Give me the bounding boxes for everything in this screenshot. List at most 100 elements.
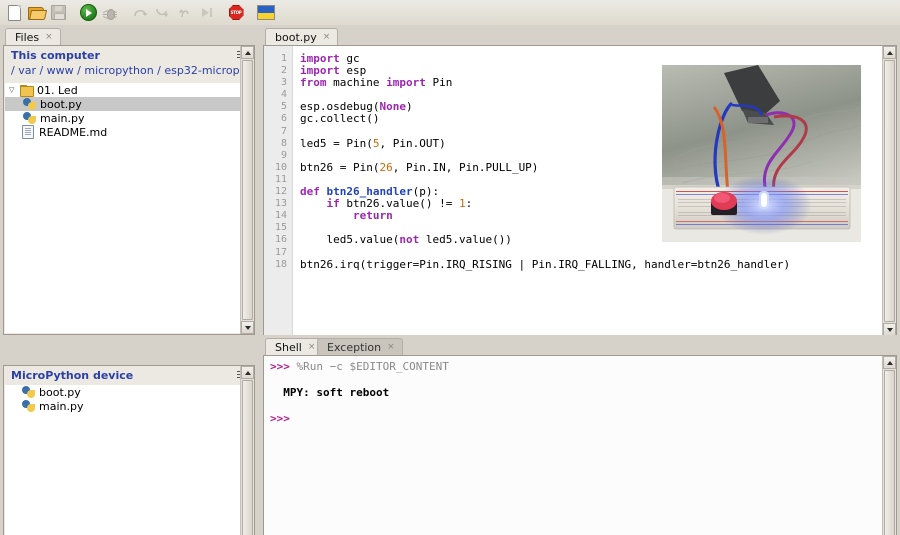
step-over-button[interactable] [129,2,151,24]
device-panel-header: MicroPython device [4,366,254,384]
tree-item-label: boot.py [39,386,81,399]
chevron-down-icon[interactable]: ▽ [9,86,20,94]
code-editor[interactable]: 123456789101112131415161718 import gcimp… [263,45,897,337]
ukraine-flag-icon [257,5,275,20]
shell-line [270,373,881,386]
code-token: esp.osdebug( [300,100,379,113]
tree-item-label: README.md [39,126,107,139]
line-number: 16 [264,234,292,246]
tab-shell-label: Shell [275,341,302,354]
line-number: 2 [264,65,292,77]
scrollbar-thumb[interactable] [242,380,253,535]
line-number: 10 [264,162,292,174]
step-out-icon [177,6,192,19]
resume-icon [199,6,214,19]
code-token: btn26 = Pin( [300,161,379,174]
close-icon[interactable]: × [45,32,53,42]
close-icon[interactable]: × [387,342,395,352]
scroll-up-arrow-icon[interactable] [241,46,254,59]
shell-token: MPY: soft reboot [270,386,389,399]
tab-files-label: Files [15,31,39,44]
scroll-up-arrow-icon[interactable] [241,366,254,379]
files-panel: This computer / var / www / micropython … [3,45,255,335]
files-tree: ▽ 01. Led boot.py main.py README.md [5,83,240,333]
line-number: 12 [264,186,292,198]
files-panel-header: This computer [4,46,254,64]
open-file-button[interactable] [25,2,47,24]
line-number: 18 [264,259,292,271]
shell-output[interactable]: >>> %Run −c $EDITOR_CONTENT MPY: soft re… [264,356,881,535]
line-number: 1 [264,53,292,65]
save-disk-icon [51,5,66,20]
new-file-icon [8,5,21,21]
run-button[interactable] [77,2,99,24]
editor-tabstrip: boot.py × [260,25,900,45]
line-number: 9 [264,150,292,162]
step-into-button[interactable] [151,2,173,24]
code-token: : [466,197,473,210]
code-token-kw: import [300,52,340,65]
new-file-button[interactable] [3,2,25,24]
shell-token: %Run −c $EDITOR_CONTENT [290,360,449,373]
tree-row[interactable]: boot.py [5,97,240,111]
folder-icon [20,85,33,96]
breadboard-led-photo [662,65,861,242]
scroll-down-arrow-icon[interactable] [241,321,254,334]
python-file-icon [23,112,36,124]
breadcrumb[interactable]: / var / www / micropython / esp32-microp… [4,64,254,79]
scrollbar-thumb[interactable] [884,370,895,535]
code-token-kw: def [300,185,327,198]
step-out-button[interactable] [173,2,195,24]
editor-scrollbar[interactable] [882,46,896,336]
files-tabstrip: Files × [0,25,258,45]
code-line: import gc [294,53,881,65]
tab-exception[interactable]: Exception × [317,338,403,355]
close-icon[interactable]: × [323,32,331,42]
tree-row[interactable]: boot.py [5,385,240,399]
python-file-icon [22,386,35,398]
code-token [300,209,353,222]
close-icon[interactable]: × [308,342,316,352]
code-token-kw: return [353,209,393,222]
line-number: 14 [264,210,292,222]
line-number: 13 [264,198,292,210]
stop-button[interactable]: STOP [225,2,247,24]
shell-panel[interactable]: >>> %Run −c $EDITOR_CONTENT MPY: soft re… [263,355,897,535]
files-scrollbar[interactable] [240,46,254,334]
shell-scrollbar[interactable] [882,356,896,535]
code-token-kw: not [399,233,419,246]
python-file-icon [22,400,35,412]
debug-button[interactable] [99,2,121,24]
code-token: esp [340,64,367,77]
code-token-kw: import [300,64,340,77]
scroll-up-arrow-icon[interactable] [883,46,896,59]
scroll-up-arrow-icon[interactable] [883,356,896,369]
device-panel: MicroPython device boot.py main.py [3,365,255,535]
tab-files[interactable]: Files × [5,28,61,45]
tree-row[interactable]: ▽ 01. Led [5,83,240,97]
code-token-num: 1 [459,197,466,210]
save-file-button[interactable] [47,2,69,24]
ukraine-flag-button[interactable] [255,2,277,24]
scrollbar-thumb[interactable] [884,60,895,322]
code-token: (p): [413,185,440,198]
code-line: btn26.irq(trigger=Pin.IRQ_RISING | Pin.I… [294,259,881,271]
tree-row[interactable]: main.py [5,399,240,413]
code-token [300,197,327,210]
tree-row[interactable]: README.md [5,125,240,139]
tab-shell[interactable]: Shell × [265,338,323,355]
tree-item-label: 01. Led [37,84,78,97]
open-folder-icon [28,6,44,19]
line-number: 8 [264,138,292,150]
code-token: , Pin.OUT) [379,137,445,150]
scrollbar-thumb[interactable] [242,60,253,320]
device-scrollbar[interactable] [240,366,254,535]
line-number: 5 [264,101,292,113]
tab-boot-py[interactable]: boot.py × [265,28,338,45]
code-token-fn: btn26_handler [327,185,413,198]
line-number-gutter: 123456789101112131415161718 [264,46,293,336]
tree-row[interactable]: main.py [5,111,240,125]
step-over-icon [133,6,148,19]
resume-button[interactable] [195,2,217,24]
stop-sign-icon: STOP [229,5,244,20]
